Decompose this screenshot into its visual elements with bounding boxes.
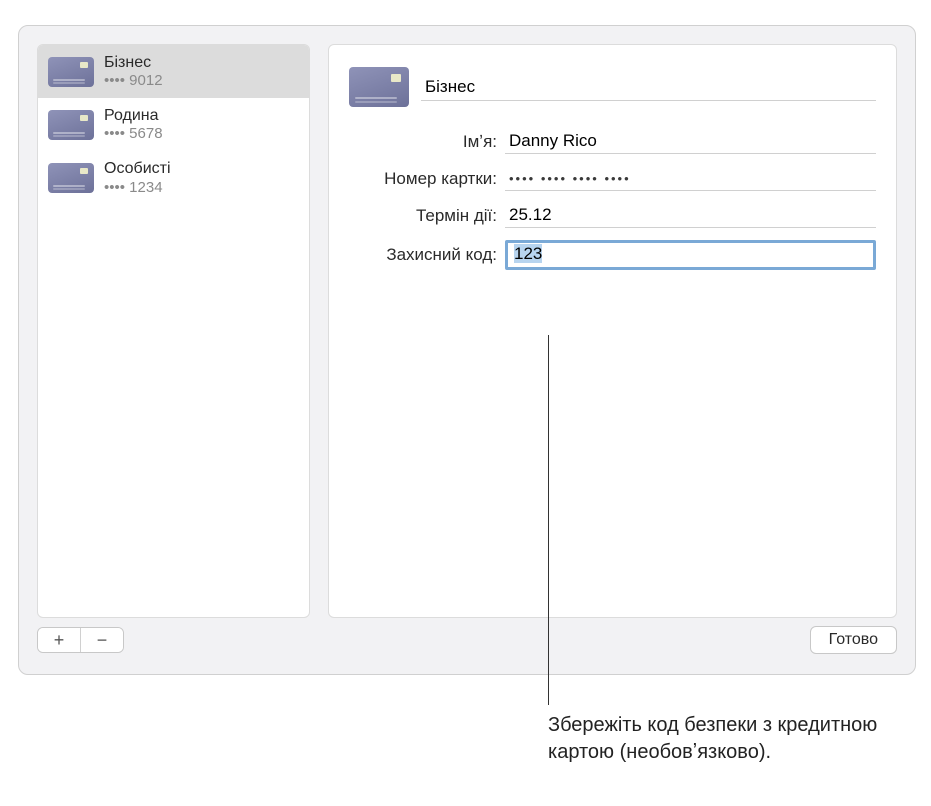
callout-leader-line bbox=[548, 335, 549, 705]
cvv-value: 123 bbox=[514, 244, 542, 263]
card-number-input[interactable]: •••• •••• •••• •••• bbox=[505, 166, 876, 191]
expiry-input[interactable] bbox=[505, 203, 876, 228]
card-text: Родина •••• 5678 bbox=[104, 106, 163, 143]
row-cvv: Захисний код: 123 bbox=[349, 240, 876, 270]
callout-text: Збережіть код безпеки з кредитною картою… bbox=[548, 712, 888, 766]
add-remove-group: + − bbox=[37, 627, 124, 653]
card-title: Бізнес bbox=[104, 53, 163, 72]
card-last4: •••• 9012 bbox=[104, 72, 163, 90]
bottom-bar: + − Готово bbox=[19, 618, 915, 674]
card-item-family[interactable]: Родина •••• 5678 bbox=[38, 98, 309, 151]
label-expiry: Термін дії: bbox=[349, 206, 505, 226]
card-text: Бізнес •••• 9012 bbox=[104, 53, 163, 90]
cardholder-name-input[interactable] bbox=[505, 129, 876, 154]
card-title: Особисті bbox=[104, 159, 171, 178]
done-button[interactable]: Готово bbox=[810, 626, 897, 654]
card-last4: •••• 5678 bbox=[104, 125, 163, 143]
form-rows: Імʼя: Номер картки: •••• •••• •••• •••• … bbox=[349, 129, 876, 270]
security-code-input[interactable]: 123 bbox=[505, 240, 876, 270]
detail-header bbox=[349, 67, 876, 107]
row-number: Номер картки: •••• •••• •••• •••• bbox=[349, 166, 876, 191]
cards-list: Бізнес •••• 9012 Родина •••• 5678 Особис… bbox=[38, 45, 309, 617]
card-text: Особисті •••• 1234 bbox=[104, 159, 171, 196]
credit-card-icon bbox=[48, 57, 94, 87]
card-title: Родина bbox=[104, 106, 163, 125]
row-name: Імʼя: bbox=[349, 129, 876, 154]
main-area: Бізнес •••• 9012 Родина •••• 5678 Особис… bbox=[19, 26, 915, 618]
remove-card-button[interactable]: − bbox=[81, 628, 123, 652]
label-cvv: Захисний код: bbox=[349, 245, 505, 265]
card-last4: •••• 1234 bbox=[104, 179, 171, 197]
row-expiry: Термін дії: bbox=[349, 203, 876, 228]
label-number: Номер картки: bbox=[349, 169, 505, 189]
card-item-personal[interactable]: Особисті •••• 1234 bbox=[38, 151, 309, 204]
cards-sidebar: Бізнес •••• 9012 Родина •••• 5678 Особис… bbox=[37, 44, 310, 618]
label-name: Імʼя: bbox=[349, 132, 505, 152]
credit-card-icon bbox=[48, 163, 94, 193]
add-card-button[interactable]: + bbox=[38, 628, 80, 652]
credit-cards-window: Бізнес •••• 9012 Родина •••• 5678 Особис… bbox=[18, 25, 916, 675]
credit-card-icon bbox=[349, 67, 409, 107]
card-detail-panel: Імʼя: Номер картки: •••• •••• •••• •••• … bbox=[328, 44, 897, 618]
credit-card-icon bbox=[48, 110, 94, 140]
card-item-business[interactable]: Бізнес •••• 9012 bbox=[38, 45, 309, 98]
card-description-input[interactable] bbox=[421, 73, 876, 101]
